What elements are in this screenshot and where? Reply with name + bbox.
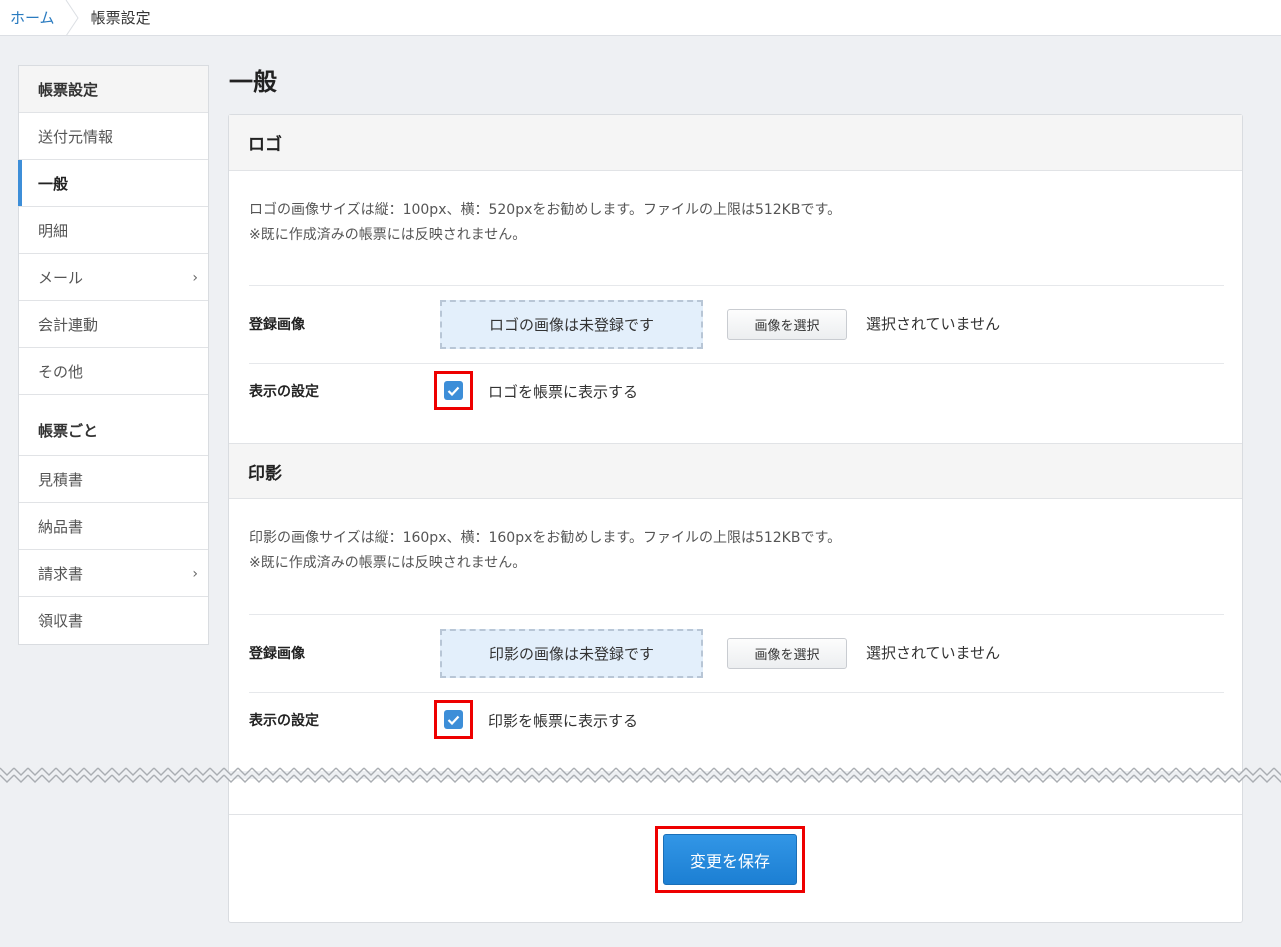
divider	[249, 692, 1224, 693]
footer-divider	[229, 814, 1242, 815]
sidebar-item-invoice[interactable]: 請求書 ›	[19, 550, 208, 597]
check-icon	[447, 386, 460, 396]
chevron-right-icon: ›	[192, 566, 198, 582]
settings-card: ロゴ ロゴの画像サイズは縦：100px、横：520pxをお勧めします。ファイルの…	[228, 114, 1243, 923]
breadcrumb-home-link[interactable]: ホーム	[10, 7, 55, 28]
sidebar-item-details[interactable]: 明細	[19, 207, 208, 254]
sidebar-item-accounting[interactable]: 会計連動	[19, 301, 208, 348]
stamp-choose-image-button[interactable]: 画像を選択	[727, 638, 847, 669]
stamp-file-status: 選択されていません	[866, 644, 1001, 662]
sidebar-group-title: 帳票ごと	[19, 395, 208, 456]
stamp-checkbox-highlight	[434, 700, 473, 739]
divider	[249, 285, 1224, 286]
stamp-image-label: 登録画像	[249, 646, 305, 662]
logo-reflect-note: ※既に作成済みの帳票には反映されません。	[249, 227, 527, 243]
breadcrumb-separator-icon	[65, 0, 79, 36]
logo-display-checkbox[interactable]	[444, 381, 463, 400]
breadcrumb: ホーム 帳票設定	[0, 0, 1281, 36]
sidebar-item-label: メール	[38, 268, 84, 287]
sidebar-item-label: 送付元情報	[38, 127, 114, 146]
sidebar-item-receipt[interactable]: 領収書	[19, 597, 208, 644]
sidebar-item-label: その他	[38, 362, 84, 381]
sidebar-item-mail[interactable]: メール ›	[19, 254, 208, 301]
stamp-dropzone[interactable]: 印影の画像は未登録です	[440, 629, 703, 678]
sidebar-item-label: 見積書	[38, 470, 84, 489]
save-button-highlight: 変更を保存	[655, 826, 805, 893]
sidebar-item-other[interactable]: その他	[19, 348, 208, 395]
save-button[interactable]: 変更を保存	[663, 834, 797, 885]
logo-image-label: 登録画像	[249, 317, 305, 333]
sidebar-item-label: 領収書	[38, 612, 84, 630]
logo-size-note: ロゴの画像サイズは縦：100px、横：520pxをお勧めします。ファイルの上限は…	[249, 202, 842, 218]
breadcrumb-current: 帳票設定	[90, 9, 151, 27]
sidebar-item-label: 一般	[38, 174, 69, 193]
logo-display-label: 表示の設定	[249, 384, 319, 400]
logo-file-status: 選択されていません	[866, 315, 1001, 333]
stamp-display-checkbox-label[interactable]: 印影を帳票に表示する	[488, 710, 638, 731]
stamp-display-label: 表示の設定	[249, 713, 319, 729]
sidebar: 帳票設定 送付元情報 一般 明細 メール › 会計連動 その他 帳票ごと 見積書 …	[18, 65, 209, 645]
stamp-size-note: 印影の画像サイズは縦：160px、横：160pxをお勧めします。ファイルの上限は…	[249, 530, 842, 546]
logo-choose-image-button[interactable]: 画像を選択	[727, 309, 847, 340]
page-title: 一般	[229, 68, 277, 96]
logo-section-heading: ロゴ	[229, 115, 1242, 171]
sidebar-item-label: 納品書	[38, 517, 84, 536]
check-icon	[447, 715, 460, 725]
logo-display-checkbox-label[interactable]: ロゴを帳票に表示する	[488, 381, 638, 402]
logo-dropzone[interactable]: ロゴの画像は未登録です	[440, 300, 703, 349]
sidebar-item-sender-info[interactable]: 送付元情報	[19, 113, 208, 160]
sidebar-item-general[interactable]: 一般	[18, 160, 208, 207]
sidebar-item-label: 会計連動	[38, 315, 99, 334]
stamp-reflect-note: ※既に作成済みの帳票には反映されません。	[249, 555, 527, 571]
chevron-right-icon: ›	[192, 270, 198, 286]
sidebar-item-delivery[interactable]: 納品書	[19, 503, 208, 550]
sidebar-item-label: 請求書	[38, 564, 84, 583]
divider	[249, 363, 1224, 364]
sidebar-item-label: 明細	[38, 221, 69, 240]
stamp-section-heading: 印影	[229, 443, 1242, 499]
stamp-display-checkbox[interactable]	[444, 710, 463, 729]
cut-zigzag	[0, 762, 1281, 788]
logo-checkbox-highlight	[434, 371, 473, 410]
sidebar-item-estimate[interactable]: 見積書	[19, 456, 208, 503]
sidebar-group-title: 帳票設定	[19, 66, 208, 113]
divider	[249, 614, 1224, 615]
